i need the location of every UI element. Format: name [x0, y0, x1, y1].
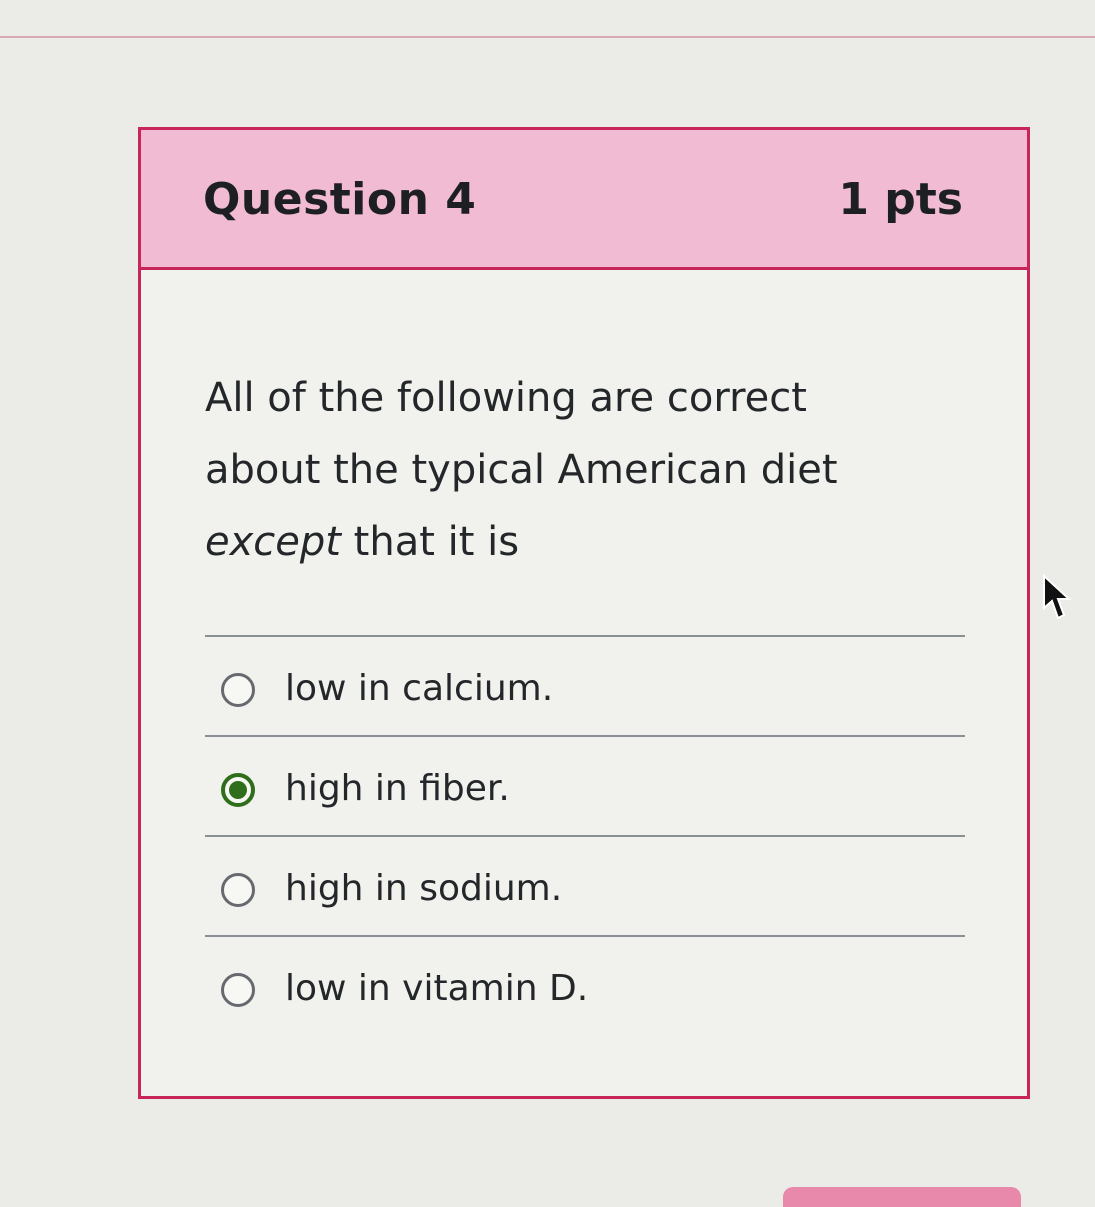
radio-selected-icon[interactable] — [221, 773, 255, 807]
partial-action-button[interactable] — [783, 1187, 1021, 1207]
question-prompt: All of the following are correct about t… — [205, 362, 925, 578]
question-header: Question 4 1 pts — [141, 130, 1027, 270]
radio-unselected-icon[interactable] — [221, 673, 255, 707]
top-divider — [0, 36, 1095, 38]
answer-label[interactable]: low in vitamin D. — [285, 967, 588, 1011]
question-title: Question 4 — [203, 174, 477, 225]
answer-option-low-vitamin-d[interactable]: low in vitamin D. — [205, 935, 965, 1035]
answer-label[interactable]: high in sodium. — [285, 867, 562, 911]
answer-label[interactable]: high in fiber. — [285, 767, 510, 811]
question-prompt-emphasis: except — [205, 519, 341, 565]
mouse-pointer-icon — [1043, 574, 1072, 620]
radio-unselected-icon[interactable] — [221, 873, 255, 907]
answer-option-high-fiber[interactable]: high in fiber. — [205, 735, 965, 835]
question-points: 1 pts — [838, 174, 963, 225]
answer-list: low in calcium. high in fiber. high in s… — [205, 635, 965, 1035]
radio-unselected-icon[interactable] — [221, 973, 255, 1007]
answer-label[interactable]: low in calcium. — [285, 667, 553, 711]
answer-option-high-sodium[interactable]: high in sodium. — [205, 835, 965, 935]
question-prompt-part1: All of the following are correct about t… — [205, 375, 838, 493]
question-prompt-part2: that it is — [340, 519, 520, 565]
question-card: Question 4 1 pts All of the following ar… — [138, 127, 1030, 1099]
answer-option-low-calcium[interactable]: low in calcium. — [205, 635, 965, 735]
